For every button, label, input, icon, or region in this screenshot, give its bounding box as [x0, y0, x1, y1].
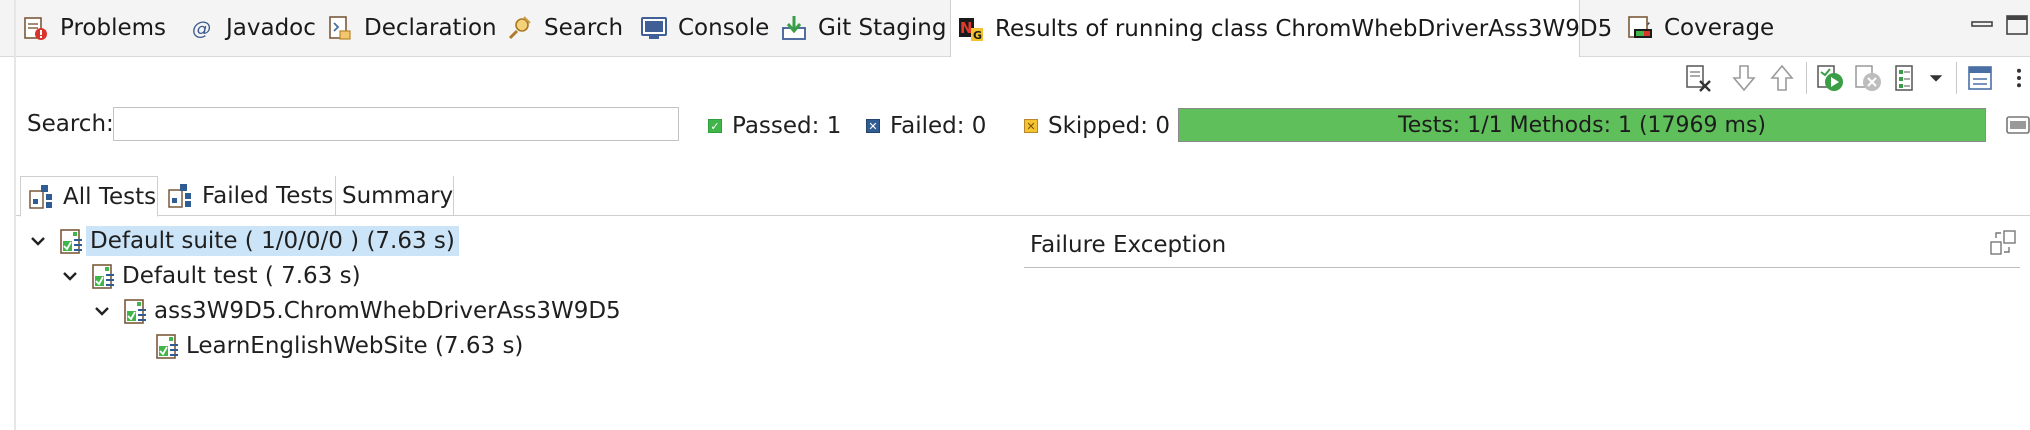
tab-search[interactable]: Search — [506, 0, 623, 56]
rerun-failed-icon — [1855, 65, 1881, 91]
tab-test-results-label: Results of running class ChromWhebDriver… — [995, 15, 1613, 42]
testng-icon: NG — [957, 15, 985, 43]
failure-exception-title: Failure Exception — [1030, 232, 1227, 258]
next-failure-icon — [1732, 65, 1756, 92]
compare-icon — [1990, 230, 2016, 255]
declaration-icon — [326, 14, 354, 42]
tab-coverage-label: Coverage — [1664, 15, 1775, 41]
tab-problems-label: Problems — [60, 15, 167, 41]
maximize-icon — [2006, 15, 2028, 35]
tab-javadoc[interactable]: @ Javadoc — [188, 0, 316, 56]
tab-declaration[interactable]: Declaration — [326, 0, 497, 56]
tab-all-tests[interactable]: All Tests — [20, 176, 158, 217]
skipped-stat: ✕ Skipped: 0 — [1024, 113, 1170, 139]
more-options-button[interactable] — [2008, 60, 2030, 96]
tree-node-label: LearnEnglishWebSite (7.63 s) — [186, 333, 524, 359]
history-button[interactable] — [1888, 60, 1924, 96]
class-pass-icon — [122, 297, 150, 325]
progress-bar: Tests: 1/1 Methods: 1 (17969 ms) — [1178, 108, 1986, 142]
tab-javadoc-label: Javadoc — [226, 15, 316, 41]
tab-failed-tests-label: Failed Tests — [202, 183, 334, 209]
layout-toggle-button[interactable] — [2004, 112, 2030, 138]
failed-count: Failed: 0 — [890, 113, 987, 139]
passed-icon: ✓ — [708, 119, 722, 133]
chevron-down-icon[interactable] — [92, 301, 112, 321]
minimize-button[interactable] — [1968, 10, 1996, 38]
progress-text: Tests: 1/1 Methods: 1 (17969 ms) — [1398, 112, 1766, 138]
clear-results-icon — [1686, 65, 1711, 92]
tree-node-test[interactable]: Default test ( 7.63 s) — [60, 260, 365, 292]
layout-icon — [2006, 116, 2030, 134]
tab-console[interactable]: Console — [640, 0, 769, 56]
maximize-button[interactable] — [2004, 10, 2030, 38]
clear-results-button[interactable] — [1680, 60, 1716, 96]
compare-results-button[interactable] — [1988, 228, 2018, 258]
rerun-icon — [1817, 65, 1843, 91]
chevron-down-icon[interactable] — [60, 266, 80, 286]
history-dropdown[interactable] — [1924, 60, 1948, 96]
previous-failure-icon — [1770, 64, 1794, 91]
svg-text:@: @ — [192, 18, 211, 40]
minimize-icon — [1971, 21, 1993, 27]
view-menu-button[interactable] — [1962, 60, 1998, 96]
toolbar-separator — [1956, 62, 1957, 94]
coverage-icon — [1626, 14, 1654, 42]
failed-icon: ✕ — [866, 119, 880, 133]
test-pass-icon — [90, 262, 118, 290]
tab-coverage[interactable]: Coverage — [1626, 0, 1774, 56]
suite-pass-icon — [58, 227, 86, 255]
javadoc-icon: @ — [188, 14, 216, 42]
chevron-down-icon — [1929, 75, 1943, 82]
tree-node-method[interactable]: LearnEnglishWebSite (7.63 s) — [154, 330, 527, 362]
next-failure-button[interactable] — [1726, 60, 1762, 96]
failure-divider — [1024, 267, 2020, 268]
tree-node-class[interactable]: ass3W9D5.ChromWhebDriverAss3W9D5 — [92, 295, 625, 327]
view-menu-icon — [1968, 66, 1992, 90]
toolbar-separator — [1806, 62, 1807, 94]
failed-tests-icon — [166, 182, 194, 210]
chevron-down-icon[interactable] — [28, 231, 48, 251]
failed-stat: ✕ Failed: 0 — [866, 113, 986, 139]
skipped-count: Skipped: 0 — [1048, 113, 1170, 139]
search-icon — [506, 14, 534, 42]
tree-node-label: ass3W9D5.ChromWhebDriverAss3W9D5 — [154, 298, 621, 324]
svg-text:G: G — [973, 29, 982, 42]
tab-declaration-label: Declaration — [364, 15, 497, 41]
svg-text:N: N — [960, 19, 973, 37]
passed-count: Passed: 1 — [732, 113, 842, 139]
tab-all-tests-label: All Tests — [63, 183, 157, 210]
tab-console-label: Console — [678, 15, 770, 41]
tab-test-results[interactable]: NG Results of running class ChromWhebDri… — [950, 0, 1651, 57]
history-icon — [1895, 65, 1913, 91]
search-label: Search: — [27, 111, 114, 137]
tree-node-suite[interactable]: Default suite ( 1/0/0/0 ) (7.63 s) — [28, 225, 459, 257]
git-staging-icon — [780, 14, 808, 42]
tree-node-label: Default suite ( 1/0/0/0 ) (7.63 s) — [86, 226, 459, 256]
all-tests-icon — [27, 183, 55, 211]
method-pass-icon — [154, 332, 182, 360]
previous-failure-button[interactable] — [1764, 60, 1800, 96]
tab-summary-label: Summary — [342, 183, 454, 209]
tab-git-staging-label: Git Staging — [818, 15, 947, 41]
console-icon — [640, 14, 668, 42]
passed-stat: ✓ Passed: 1 — [708, 113, 841, 139]
tab-git-staging[interactable]: Git Staging — [780, 0, 946, 56]
tab-problems[interactable]: Problems — [22, 0, 166, 56]
skipped-icon: ✕ — [1024, 119, 1038, 133]
rerun-button[interactable] — [1812, 60, 1848, 96]
tab-search-label: Search — [544, 15, 624, 41]
more-vertical-icon — [2017, 68, 2021, 88]
tab-summary[interactable]: Summary — [336, 176, 454, 216]
tree-node-label: Default test ( 7.63 s) — [122, 263, 361, 289]
tab-failed-tests[interactable]: Failed Tests — [160, 176, 336, 216]
rerun-failed-button[interactable] — [1850, 60, 1886, 96]
problems-icon — [22, 14, 50, 42]
search-input[interactable] — [113, 107, 679, 141]
